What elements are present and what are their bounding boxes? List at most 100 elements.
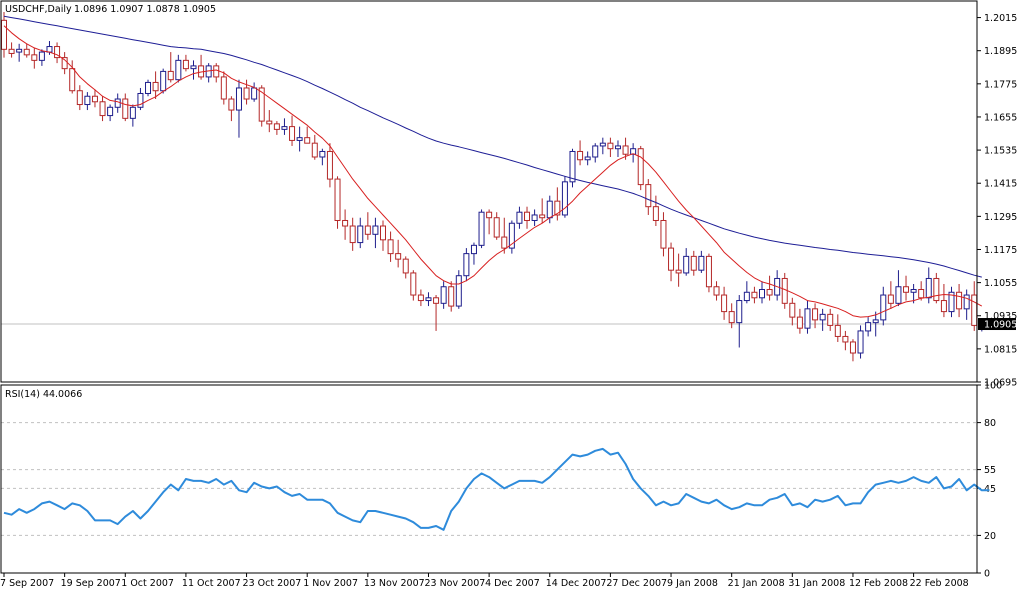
candle bbox=[410, 270, 417, 301]
candle bbox=[804, 300, 811, 334]
candle-body bbox=[380, 225, 386, 241]
candle-body bbox=[23, 48, 30, 56]
time-tick-label: 13 Nov 2007 bbox=[364, 578, 425, 589]
candle bbox=[933, 272, 940, 304]
candle bbox=[796, 308, 803, 334]
candle-body bbox=[539, 214, 546, 219]
candle-body bbox=[614, 145, 621, 150]
candle-body bbox=[887, 294, 894, 304]
candle bbox=[326, 143, 333, 188]
rsi-panel-frame bbox=[0, 384, 978, 574]
candle-body bbox=[364, 225, 371, 235]
candle-body bbox=[16, 48, 23, 53]
candle-body bbox=[903, 286, 910, 293]
ohlc-label: 1.0896 1.0907 1.0878 1.0905 bbox=[74, 4, 216, 15]
candle-body bbox=[751, 291, 758, 299]
candle bbox=[774, 270, 781, 301]
rsi-tick-label: 80 bbox=[984, 418, 996, 429]
candle bbox=[61, 52, 68, 75]
candle-body bbox=[31, 54, 38, 61]
candle-body bbox=[592, 145, 599, 158]
candle-body bbox=[584, 156, 591, 161]
candle-body bbox=[243, 87, 250, 100]
candle bbox=[683, 248, 690, 276]
candle-body bbox=[470, 244, 477, 255]
candle bbox=[342, 209, 349, 240]
candle-body bbox=[387, 239, 394, 255]
price-tick-label: 1.0815 bbox=[984, 344, 1017, 355]
rsi-series bbox=[3, 447, 990, 531]
candle bbox=[1, 12, 7, 58]
candle-body bbox=[433, 297, 440, 304]
rsi-tick-label: 0 bbox=[984, 569, 990, 580]
candle bbox=[129, 104, 136, 127]
candle-body bbox=[827, 313, 834, 326]
candle-body bbox=[129, 106, 136, 119]
candle-body bbox=[417, 294, 424, 302]
candle bbox=[607, 137, 614, 157]
rsi-tick-label: 20 bbox=[984, 531, 996, 542]
candle bbox=[228, 96, 235, 122]
candle-body bbox=[516, 211, 523, 224]
candle-body bbox=[713, 286, 720, 296]
candle-body bbox=[872, 319, 879, 324]
candle-body bbox=[683, 255, 690, 274]
candle bbox=[592, 143, 599, 163]
candle bbox=[16, 43, 23, 62]
candle bbox=[819, 308, 826, 331]
candle bbox=[903, 275, 910, 301]
candle bbox=[705, 253, 712, 293]
rsi-line bbox=[3, 447, 990, 531]
price-tick-label: 1.2015 bbox=[984, 13, 1017, 24]
candle bbox=[455, 270, 462, 309]
candle-body bbox=[857, 330, 864, 354]
candle bbox=[311, 134, 318, 160]
candle-body bbox=[622, 145, 629, 155]
price-tick-label: 1.1535 bbox=[984, 146, 1017, 157]
candle-body bbox=[963, 294, 970, 310]
candle bbox=[956, 283, 963, 318]
candle-body bbox=[493, 217, 500, 238]
candle bbox=[736, 295, 743, 348]
candle bbox=[357, 217, 364, 249]
candle-body bbox=[152, 81, 159, 92]
candle-body bbox=[38, 51, 45, 61]
candle bbox=[690, 250, 697, 276]
candle bbox=[660, 212, 667, 257]
candle bbox=[213, 63, 220, 83]
candle bbox=[675, 253, 682, 287]
candle bbox=[23, 43, 30, 58]
trading-chart[interactable]: 1.2015 1.1895 1.1775 1.1655 1.1535 1.1415 1.12… bbox=[0, 0, 1017, 591]
candle-body bbox=[372, 225, 379, 235]
candle-body bbox=[849, 341, 856, 354]
candle bbox=[463, 248, 470, 282]
candle bbox=[652, 195, 659, 227]
price-tick-label: 1.1055 bbox=[984, 278, 1017, 289]
candle-body bbox=[122, 98, 129, 119]
rsi-tick-label: 100 bbox=[984, 381, 1002, 392]
candle-body bbox=[925, 277, 932, 299]
candle bbox=[8, 42, 15, 58]
candle bbox=[84, 92, 91, 111]
candle-body bbox=[235, 87, 242, 111]
candle-body bbox=[342, 219, 349, 227]
candle bbox=[849, 339, 856, 362]
candle bbox=[190, 60, 197, 80]
candle bbox=[220, 71, 227, 105]
rsi-tick-label: 55 bbox=[984, 465, 996, 476]
time-tick-label: 22 Feb 2008 bbox=[910, 578, 969, 589]
time-tick-label: 12 Feb 2008 bbox=[849, 578, 908, 589]
candle-body bbox=[819, 313, 826, 321]
candle-body bbox=[220, 76, 227, 100]
candle bbox=[380, 220, 386, 251]
candle-body bbox=[789, 302, 796, 318]
candle-body bbox=[395, 253, 402, 260]
candle-body bbox=[971, 294, 978, 326]
candle-body bbox=[690, 255, 697, 271]
candle bbox=[743, 281, 750, 304]
candle-body bbox=[652, 206, 659, 221]
candle-body bbox=[213, 65, 220, 78]
candle-body bbox=[463, 253, 470, 277]
candle bbox=[251, 82, 258, 102]
candle-body bbox=[880, 294, 887, 321]
